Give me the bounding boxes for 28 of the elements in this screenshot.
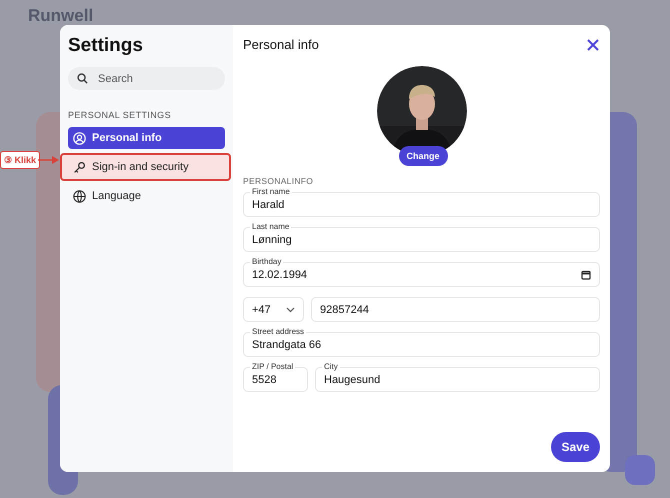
section-heading: PERSONALINFO xyxy=(243,176,314,186)
close-button[interactable] xyxy=(586,38,600,52)
sidebar-item[interactable]: Sign-in and security xyxy=(60,153,231,181)
save-button[interactable]: Save xyxy=(551,432,600,462)
search-field[interactable]: Search xyxy=(68,67,225,90)
arrow-icon xyxy=(38,155,60,165)
key-icon xyxy=(73,160,86,174)
sidebar-item[interactable]: Language xyxy=(68,185,225,207)
country-code-dropdown[interactable]: +47 xyxy=(243,297,304,322)
field-label: Street address xyxy=(250,327,306,337)
field-label: ZIP / Postal xyxy=(250,362,296,372)
app-logo: Runwell xyxy=(28,6,94,26)
globe-icon xyxy=(73,190,86,202)
sidebar-item[interactable]: Personal info xyxy=(68,127,225,149)
field-label: Last name xyxy=(250,222,292,232)
field-label: City xyxy=(322,362,340,372)
field-label: First name xyxy=(250,187,292,197)
input-field[interactable]: 92857244 xyxy=(311,297,600,322)
field-label: Birthday xyxy=(250,257,284,267)
panel-title: Personal info xyxy=(243,37,319,52)
search-icon xyxy=(77,73,88,84)
change-photo-button[interactable]: Change xyxy=(398,146,448,166)
user-icon xyxy=(73,132,86,144)
settings-title: Settings xyxy=(68,35,144,57)
section-heading: PERSONAL SETTINGS xyxy=(68,110,172,120)
calendar-icon[interactable] xyxy=(581,270,591,280)
annotation-label: ③ Klikk xyxy=(0,151,40,169)
chevron-down-icon xyxy=(286,306,295,312)
